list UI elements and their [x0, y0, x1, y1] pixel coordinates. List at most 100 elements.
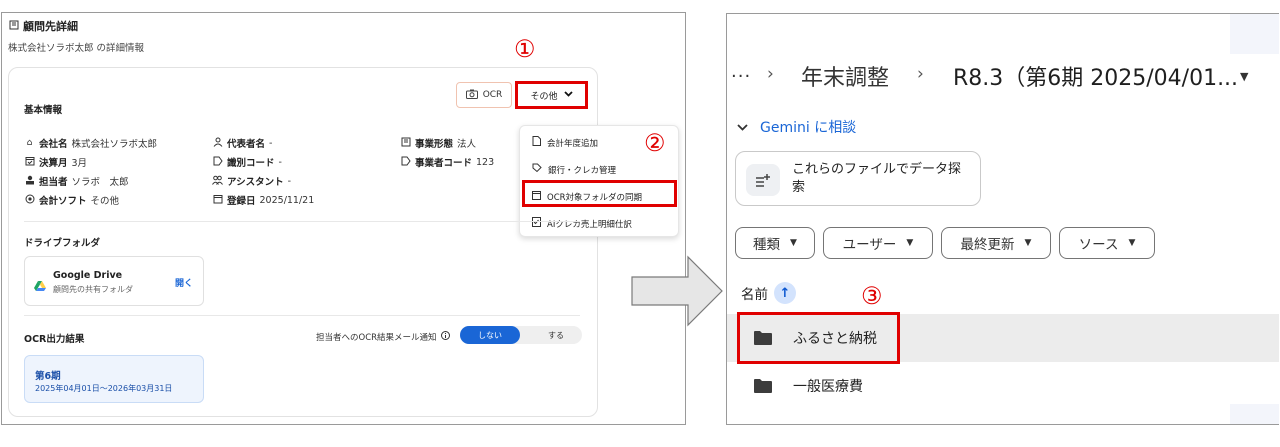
- divider: [24, 315, 580, 316]
- column-header-name[interactable]: 名前 ↑: [741, 282, 796, 304]
- chevron-down-icon: [563, 90, 573, 100]
- info-rep: 代表者名 -: [212, 136, 272, 150]
- ocr-button-label: OCR: [482, 90, 503, 100]
- highlight-ocr-folder-sync: [522, 180, 677, 207]
- caret-down-icon: ▼: [790, 238, 797, 248]
- menu-item-label: AIクレカ売上明細仕訳: [547, 219, 632, 230]
- info-staff-value: ソラボ 太郎: [71, 177, 129, 188]
- menu-item-bank-card[interactable]: 銀行・クレカ管理: [532, 163, 616, 176]
- folder-icon: [753, 378, 773, 394]
- google-drive-icon: [34, 276, 46, 295]
- filter-chip-user[interactable]: ユーザー ▼: [823, 227, 933, 259]
- drive-folder-title: ドライブフォルダ: [24, 238, 101, 249]
- period-card[interactable]: 第6期 2025年04月01日〜2026年03月31日: [24, 355, 204, 403]
- list-item-label: 一般医療費: [793, 379, 863, 395]
- menu-item-ai-card-sales[interactable]: AIクレカ売上明細仕訳: [532, 217, 632, 230]
- period-range: 2025年04月01日〜2026年03月31日: [35, 384, 173, 393]
- basic-info-title: 基本情報: [24, 105, 63, 116]
- building-icon: [400, 137, 411, 150]
- drive-open-link[interactable]: 開く: [175, 276, 193, 289]
- info-reg-label: 登録日: [227, 196, 256, 207]
- drive-card-subtitle: 顧問先の共有フォルダ: [53, 285, 133, 294]
- google-drive-card[interactable]: Google Drive 顧問先の共有フォルダ 開く: [24, 256, 204, 306]
- other-menu-button[interactable]: その他: [515, 81, 588, 109]
- info-reg: 登録日 2025/11/21: [212, 193, 314, 207]
- page-subtitle: 株式会社ソラボ太郎 の詳細情報: [8, 43, 145, 54]
- highlight-furusato-folder: [737, 312, 900, 364]
- step-marker-2: ②: [644, 129, 666, 157]
- caret-down-icon: ▼: [1024, 238, 1032, 248]
- home-icon: ⌂: [26, 138, 33, 148]
- info-rep-value: -: [269, 137, 273, 149]
- tag-icon: [212, 156, 223, 169]
- side-strip: [1230, 14, 1279, 54]
- breadcrumb-item-year-end[interactable]: 年末調整: [801, 60, 889, 92]
- menu-item-add-fiscal-year[interactable]: 会計年度追加: [532, 136, 598, 149]
- info-soft-label: 会計ソフト: [39, 196, 87, 207]
- period-title: 第6期: [35, 371, 61, 382]
- tag-icon: [532, 163, 542, 176]
- caret-down-icon: ▼: [1128, 238, 1136, 248]
- notify-toggle: しない する: [460, 326, 582, 344]
- chevron-down-icon: [737, 120, 748, 134]
- client-detail-panel: 顧問先詳細 株式会社ソラボ太郎 の詳細情報 基本情報 OCR その他 ① ⌂ 会…: [1, 12, 686, 425]
- gemini-consult-toggle[interactable]: Gemini に相談: [737, 117, 856, 137]
- info-company-label: 会社名: [39, 139, 68, 150]
- camera-icon: [465, 89, 478, 102]
- info-rep-label: 代表者名: [227, 139, 266, 150]
- info-id: 識別コード -: [212, 155, 282, 169]
- info-form-value: 法人: [457, 139, 477, 150]
- info-soft-value: その他: [90, 196, 120, 207]
- info-fiscal: 決算月 3月: [24, 155, 87, 169]
- caret-down-icon[interactable]: ▼: [1240, 70, 1248, 83]
- chip-label: ソース: [1078, 237, 1119, 253]
- notify-setting-label: 担当者へのOCR結果メール通知: [316, 331, 450, 343]
- ocr-output-title: OCR出力結果: [24, 334, 85, 345]
- menu-item-label: 銀行・クレカ管理: [548, 165, 617, 176]
- suggestion-text: これらのファイルでデータ探索: [792, 162, 962, 195]
- notify-label-text: 担当者へのOCR結果メール通知: [316, 333, 437, 343]
- document-icon: [532, 136, 541, 149]
- calendar-icon: [212, 194, 223, 207]
- toggle-option-off[interactable]: しない: [460, 326, 520, 344]
- column-header-label: 名前: [741, 287, 768, 303]
- tag-icon: [400, 156, 411, 169]
- info-biz: 事業者コード 123: [400, 155, 494, 169]
- step-marker-1: ①: [514, 35, 536, 63]
- info-fiscal-value: 3月: [71, 158, 88, 169]
- toggle-option-on[interactable]: する: [530, 326, 582, 344]
- info-staff: 担当者 ソラボ 太郎: [24, 174, 129, 188]
- info-soft: 会計ソフト その他: [24, 193, 119, 207]
- chevron-right-icon: ›: [917, 64, 924, 84]
- users-icon: [212, 175, 223, 188]
- info-icon[interactable]: [440, 331, 450, 343]
- person-icon: [212, 137, 223, 150]
- info-fiscal-label: 決算月: [39, 158, 68, 169]
- drive-card-title: Google Drive: [53, 270, 123, 281]
- info-staff-label: 担当者: [39, 177, 68, 188]
- gemini-suggestion-chip[interactable]: これらのファイルでデータ探索: [735, 151, 981, 206]
- ocr-button[interactable]: OCR: [456, 82, 512, 108]
- chip-label: ユーザー: [842, 237, 897, 253]
- page-title-row: 顧問先詳細: [8, 18, 78, 34]
- gemini-label: Gemini に相談: [760, 120, 857, 136]
- info-biz-label: 事業者コード: [415, 158, 473, 169]
- list-add-icon: [746, 164, 780, 196]
- info-form: 事業形態 法人: [400, 136, 476, 150]
- list-item-medical[interactable]: 一般医療費: [727, 362, 1279, 410]
- sort-ascending-icon[interactable]: ↑: [774, 282, 796, 304]
- building-icon: [8, 20, 19, 33]
- menu-item-label: 会計年度追加: [547, 138, 599, 149]
- chevron-right-icon: ›: [767, 64, 774, 84]
- breadcrumb-current-folder[interactable]: R8.3（第6期 2025/04/01...: [953, 60, 1238, 92]
- filter-chip-modified[interactable]: 最終更新 ▼: [941, 227, 1051, 259]
- divider: [24, 221, 580, 222]
- info-company-value: 株式会社ソラボ太郎: [71, 139, 158, 150]
- filter-chip-type[interactable]: 種類 ▼: [735, 227, 815, 259]
- checklist-icon: [532, 217, 541, 230]
- filter-chip-source[interactable]: ソース ▼: [1059, 227, 1155, 259]
- info-company: ⌂ 会社名 株式会社ソラボ太郎: [24, 136, 157, 150]
- breadcrumb-more-button[interactable]: ···: [731, 66, 751, 87]
- info-id-label: 識別コード: [227, 158, 275, 169]
- calendar-icon: [24, 156, 35, 169]
